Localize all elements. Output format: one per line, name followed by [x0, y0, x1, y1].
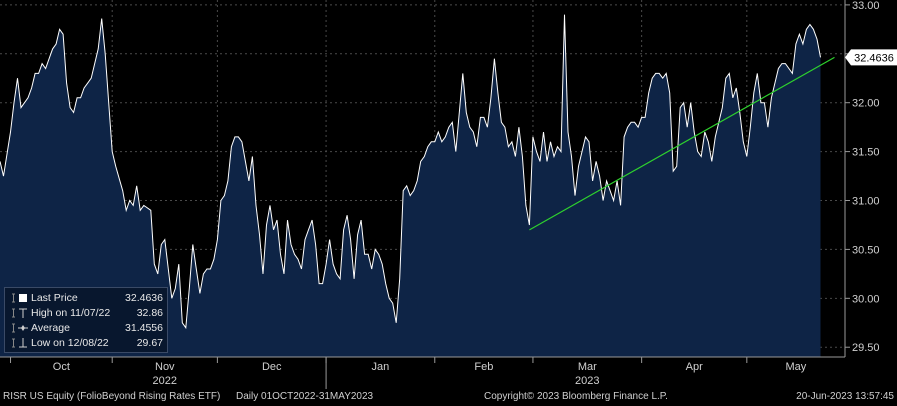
legend-row-last-price: Last Price 32.4636 [5, 291, 167, 305]
low-marker-icon [9, 336, 31, 350]
y-tick-label: 29.50 [852, 342, 880, 354]
x-year-label: 2023 [575, 375, 599, 387]
legend-label: Last Price [31, 292, 78, 304]
copyright: Copyright© 2023 Bloomberg Finance L.P. [484, 391, 668, 402]
legend-row-high: High on 11/07/22 32.86 [5, 306, 167, 320]
legend-box[interactable]: Last Price 32.4636 High on 11/07/22 32.8… [4, 287, 168, 353]
x-tick-label: Feb [474, 361, 493, 373]
high-marker-icon [9, 306, 31, 320]
legend-label: High on 11/07/22 [31, 307, 111, 319]
legend-label: Average [31, 322, 70, 334]
legend-value: 29.67 [136, 337, 163, 349]
x-year-label: 2022 [153, 375, 177, 387]
security-name: RISR US Equity (FolioBeyond Rising Rates… [3, 391, 221, 402]
y-tick-label: 30.00 [852, 293, 880, 305]
x-tick-label: Apr [686, 361, 703, 373]
x-tick-label: Dec [262, 361, 282, 373]
y-tick-label: 33.00 [852, 0, 880, 12]
x-tick-label: Oct [53, 361, 70, 373]
y-tick-label: 30.50 [852, 244, 880, 256]
y-tick-label: 31.00 [852, 196, 880, 208]
last-price-tag-label: 32.4636 [854, 52, 894, 64]
last-price-marker: 32.4636 [845, 49, 897, 66]
average-marker-icon [9, 321, 31, 335]
last-price-swatch-icon [9, 291, 31, 305]
legend-label: Low on 12/08/22 [31, 337, 109, 349]
timestamp: 20-Jun-2023 13:57:45 [796, 391, 894, 402]
legend-value: 32.86 [136, 307, 163, 319]
x-tick-label: Mar [578, 361, 597, 373]
legend-value: 32.4636 [125, 292, 163, 304]
x-tick-label: May [786, 361, 807, 373]
legend-row-average: Average 31.4556 [5, 321, 167, 335]
x-tick-label: Jan [372, 361, 390, 373]
legend-row-low: Low on 12/08/22 29.67 [5, 336, 167, 350]
legend-value: 31.4556 [125, 322, 163, 334]
y-tick-label: 31.50 [852, 147, 880, 159]
y-tick-label: 32.00 [852, 98, 880, 110]
date-range: Daily 01OCT2022-31MAY2023 [236, 391, 374, 402]
x-tick-label: Nov [155, 361, 175, 373]
